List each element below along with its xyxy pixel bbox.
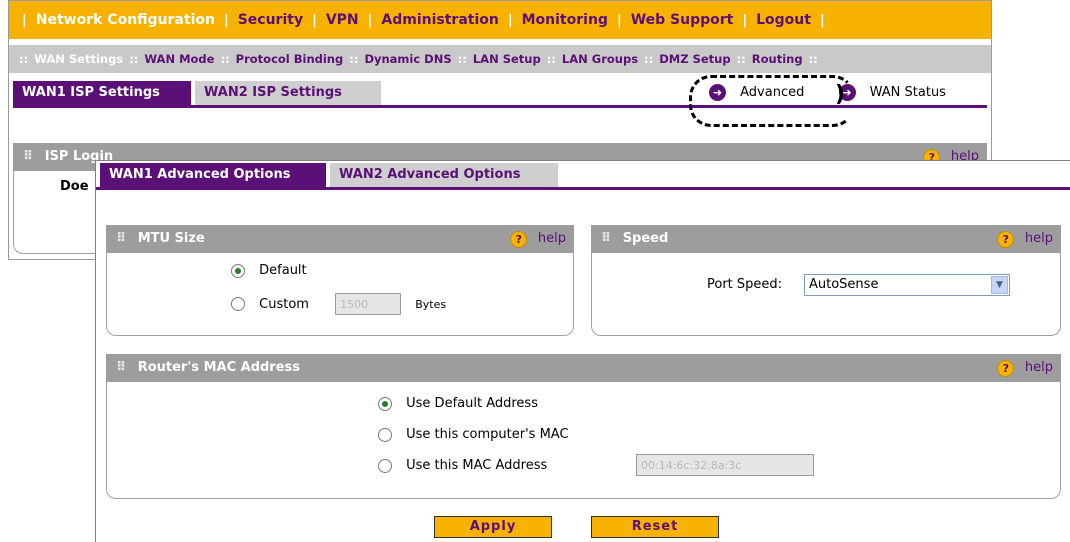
mac-default-label: Use Default Address: [406, 396, 538, 411]
nav-web-support[interactable]: Web Support: [631, 12, 734, 28]
mac-custom-input[interactable]: 00:14:6c:32:8a:3c: [636, 454, 814, 476]
tab-wan2-isp-settings[interactable]: WAN2 ISP Settings: [195, 81, 381, 105]
speed-box: Port Speed: AutoSense ▼: [591, 253, 1061, 336]
speed-title: Speed: [622, 231, 669, 246]
help-icon[interactable]: ?: [997, 230, 1015, 248]
mac-address-header: ⠿ Router's MAC Address ? help: [106, 354, 1061, 382]
speed-help-link[interactable]: help: [1025, 231, 1053, 246]
mtu-default-label: Default: [259, 263, 307, 278]
mtu-custom-input[interactable]: 1500: [335, 293, 402, 315]
top-nav: | Network Configuration | Security | VPN…: [9, 1, 991, 39]
grip-icon: ⠿: [116, 231, 126, 246]
help-icon[interactable]: ?: [997, 359, 1015, 377]
advanced-options-window: WAN1 Advanced Options WAN2 Advanced Opti…: [95, 160, 1070, 542]
advanced-tab-bar: WAN1 Advanced Options WAN2 Advanced Opti…: [96, 163, 1070, 190]
nav-monitoring[interactable]: Monitoring: [522, 12, 608, 28]
isp-login-partial-text: Doe: [60, 179, 89, 194]
sub-nav: :: WAN Settings :: WAN Mode :: Protocol …: [9, 45, 991, 73]
port-speed-select[interactable]: AutoSense ▼: [804, 274, 1010, 296]
subnav-wan-mode[interactable]: WAN Mode: [144, 52, 214, 66]
tab-wan2-advanced-options[interactable]: WAN2 Advanced Options: [330, 163, 558, 187]
mtu-default-radio[interactable]: [231, 263, 245, 278]
mac-address-box: Use Default Address Use this computer's …: [106, 382, 1061, 499]
mtu-size-title: MTU Size: [137, 231, 205, 246]
mac-default-radio[interactable]: [378, 396, 392, 411]
mtu-size-box: Default Custom 1500 Bytes: [106, 253, 574, 336]
mac-address-title: Router's MAC Address: [137, 360, 301, 375]
mtu-unit-label: Bytes: [415, 297, 447, 311]
port-speed-label: Port Speed:: [707, 277, 783, 292]
speed-header: ⠿ Speed ? help: [591, 225, 1061, 253]
callout-paren: ): [835, 82, 846, 107]
mtu-custom-row: Custom 1500 Bytes: [231, 293, 446, 315]
tab-wan1-isp-settings[interactable]: WAN1 ISP Settings: [13, 81, 191, 105]
chevron-down-icon[interactable]: ▼: [991, 276, 1008, 294]
grip-icon: ⠿: [601, 231, 611, 246]
subnav-dynamic-dns[interactable]: Dynamic DNS: [364, 52, 451, 66]
mtu-custom-label: Custom: [259, 296, 309, 312]
port-speed-value: AutoSense: [809, 277, 879, 292]
mac-default-row: Use Default Address: [378, 396, 538, 411]
mac-help-link[interactable]: help: [1025, 360, 1053, 375]
subnav-dmz-setup[interactable]: DMZ Setup: [659, 52, 730, 66]
nav-administration[interactable]: Administration: [381, 12, 498, 28]
grip-icon: ⠿: [23, 149, 33, 164]
mac-custom-label: Use this MAC Address: [406, 458, 548, 473]
nav-network-configuration[interactable]: Network Configuration: [36, 12, 215, 28]
grip-icon: ⠿: [116, 360, 126, 375]
reset-button[interactable]: Reset: [591, 516, 719, 538]
nav-security[interactable]: Security: [238, 12, 303, 28]
subnav-lan-groups[interactable]: LAN Groups: [562, 52, 638, 66]
mac-computer-label: Use this computer's MAC: [406, 427, 569, 442]
mtu-custom-radio[interactable]: [231, 297, 245, 311]
mtu-help-link[interactable]: help: [538, 231, 566, 246]
tab-wan1-advanced-options[interactable]: WAN1 Advanced Options: [100, 163, 326, 187]
mac-custom-radio[interactable]: [378, 458, 392, 473]
wan-status-link[interactable]: WAN Status: [870, 85, 946, 100]
advanced-callout: [689, 75, 855, 127]
mtu-size-header: ⠿ MTU Size ? help: [106, 225, 574, 253]
subnav-wan-settings[interactable]: WAN Settings: [34, 52, 123, 66]
nav-logout[interactable]: Logout: [756, 12, 811, 28]
help-icon[interactable]: ?: [510, 230, 528, 248]
subnav-protocol-binding[interactable]: Protocol Binding: [236, 52, 344, 66]
nav-vpn[interactable]: VPN: [326, 12, 359, 28]
subnav-lan-setup[interactable]: LAN Setup: [473, 52, 541, 66]
apply-button[interactable]: Apply: [434, 516, 552, 538]
mac-computer-row: Use this computer's MAC: [378, 427, 569, 442]
mac-custom-row: Use this MAC Address 00:14:6c:32:8a:3c: [378, 454, 818, 476]
subnav-routing[interactable]: Routing: [752, 52, 803, 66]
mac-computer-radio[interactable]: [378, 427, 392, 442]
mtu-default-row: Default: [231, 263, 307, 278]
